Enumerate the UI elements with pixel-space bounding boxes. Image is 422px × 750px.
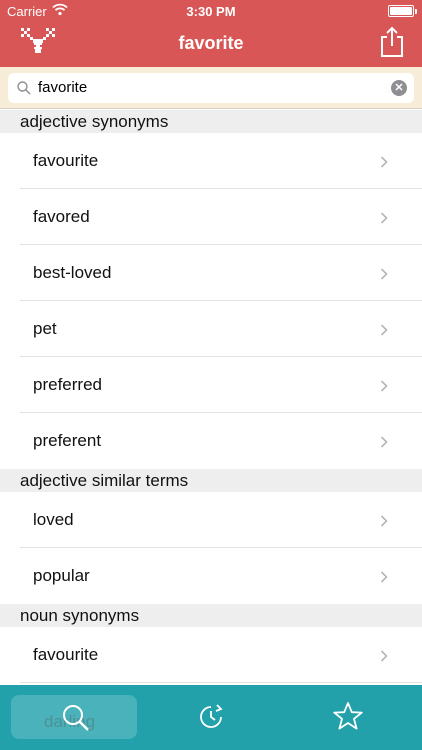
section-header: adjective synonyms xyxy=(0,110,422,133)
list-item-label: favourite xyxy=(33,151,99,170)
chevron-right-icon xyxy=(380,268,388,280)
section-header: noun synonyms xyxy=(0,604,422,627)
search-icon xyxy=(63,705,89,731)
status-time: 3:30 PM xyxy=(186,4,236,19)
share-icon[interactable] xyxy=(379,26,405,58)
chevron-right-icon xyxy=(380,380,388,392)
list-item[interactable]: preferred xyxy=(20,357,422,413)
page-title: favorite xyxy=(178,33,244,53)
chevron-right-icon xyxy=(380,515,388,527)
list-item[interactable]: preferent xyxy=(20,413,422,469)
list-item-label: best-loved xyxy=(33,263,112,282)
list-item-label: popular xyxy=(33,566,90,585)
status-bar: Carrier 3:30 PM xyxy=(0,0,422,22)
list-item[interactable]: favourite xyxy=(20,627,422,683)
chevron-right-icon xyxy=(380,650,388,662)
list-item[interactable]: best-loved xyxy=(20,245,422,301)
chevron-right-icon xyxy=(380,324,388,336)
list-item[interactable]: popular xyxy=(20,548,422,604)
chevron-right-icon xyxy=(380,212,388,224)
list-item-label: favourite xyxy=(33,645,99,664)
list-item-label: loved xyxy=(33,510,74,529)
list-item[interactable]: loved xyxy=(20,492,422,548)
search-icon xyxy=(17,81,31,95)
results-list: adjective synonyms favourite favored bes… xyxy=(0,110,422,685)
list-item-label: pet xyxy=(33,319,57,338)
search-input[interactable]: favorite ✕ xyxy=(8,73,414,103)
section-header: adjective similar terms xyxy=(0,469,422,492)
search-value[interactable]: favorite xyxy=(38,79,87,96)
list-item-label: preferent xyxy=(33,431,102,450)
chevron-right-icon xyxy=(380,436,388,448)
battery-icon xyxy=(388,5,417,17)
clear-icon[interactable]: ✕ xyxy=(391,80,407,96)
history-icon[interactable] xyxy=(197,703,225,731)
list-item[interactable]: pet xyxy=(20,301,422,357)
navigation-header: Carrier 3:30 PM favorite xyxy=(0,0,422,67)
tab-search[interactable]: darling xyxy=(11,695,137,739)
list-item[interactable]: favored xyxy=(20,189,422,245)
tab-bar: darling xyxy=(0,685,422,750)
search-bar: favorite ✕ xyxy=(0,67,422,109)
list-item-label: preferred xyxy=(33,375,102,394)
list-item-label: favored xyxy=(33,207,90,226)
list-item[interactable]: favourite xyxy=(20,133,422,189)
chevron-right-icon xyxy=(380,156,388,168)
star-icon[interactable] xyxy=(332,701,364,731)
chevron-right-icon xyxy=(380,571,388,583)
